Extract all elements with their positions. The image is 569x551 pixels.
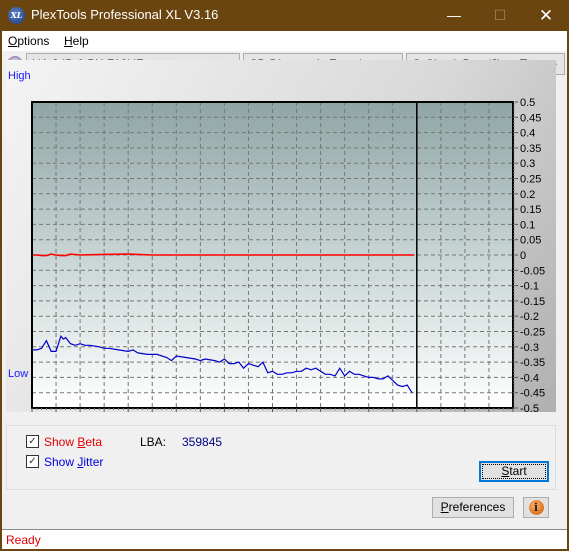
options-panel: ✓ Show Beta ✓ Show Jitter LBA: 359845 xyxy=(6,425,556,490)
menu-options-label: ptions xyxy=(17,34,50,48)
y-tick-label: -0.5 xyxy=(520,403,539,412)
y-tick-label: -0.15 xyxy=(520,296,545,308)
y-tick-label: -0.25 xyxy=(520,327,545,339)
y-tick-label: 0.45 xyxy=(520,112,541,124)
y-tick-label: -0.35 xyxy=(520,357,545,369)
y-tick-label: 0.3 xyxy=(520,158,535,170)
y-tick-label: -0.3 xyxy=(520,342,539,354)
preferences-accel: P xyxy=(440,500,449,514)
window-title: PlexTools Professional XL V3.16 xyxy=(31,7,219,22)
beta-jitter-chart: 0510152025303540455055606570758085909510… xyxy=(31,97,545,412)
show-jitter-label[interactable]: Show Jitter xyxy=(44,455,103,469)
y-tick-label: 0 xyxy=(520,250,526,262)
menu-help-accel: H xyxy=(64,34,73,48)
y-tick-label: 0.25 xyxy=(520,174,541,186)
minimize-button[interactable]: — xyxy=(431,0,477,31)
show-beta-label-post: eta xyxy=(85,435,103,449)
lba-value: 359845 xyxy=(182,435,223,449)
checkmark-icon: ✓ xyxy=(28,436,37,447)
y-tick-label: 0.05 xyxy=(520,235,541,247)
lba-label: LBA: xyxy=(140,435,167,449)
chart-panel: High Low 0510152025303540455055606570758… xyxy=(6,60,556,412)
maximize-button[interactable]: ☐ xyxy=(477,0,523,31)
y-tick-label: 0.15 xyxy=(520,204,541,216)
y-tick-label: -0.2 xyxy=(520,311,539,323)
status-text: Ready xyxy=(6,533,41,547)
show-jitter-label-pre: Show xyxy=(44,455,78,469)
info-icon: i xyxy=(528,500,544,515)
y-tick-label: 0.5 xyxy=(520,97,535,109)
y-tick-label: -0.05 xyxy=(520,265,545,277)
app-logo-icon: XL xyxy=(8,7,25,24)
menu-options[interactable]: Options xyxy=(8,34,49,48)
menu-help[interactable]: Help xyxy=(64,34,89,48)
close-button[interactable]: ✕ xyxy=(523,0,569,31)
status-bar: Ready xyxy=(2,529,567,549)
menu-help-label: elp xyxy=(72,34,89,48)
start-label: tart xyxy=(509,464,527,478)
show-beta-checkbox[interactable]: ✓ xyxy=(26,435,39,448)
title-bar: XL PlexTools Professional XL V3.16 — ☐ ✕ xyxy=(0,0,569,31)
checkmark-icon: ✓ xyxy=(28,456,37,467)
y-tick-label: 0.2 xyxy=(520,189,535,201)
info-button[interactable]: i xyxy=(523,497,549,518)
y-tick-label: 0.4 xyxy=(520,128,535,140)
show-jitter-label-post: itter xyxy=(83,455,104,469)
preferences-label: references xyxy=(448,500,506,514)
preferences-button[interactable]: Preferences xyxy=(432,497,514,518)
menu-bar: Options Help xyxy=(2,31,567,51)
start-button[interactable]: Start xyxy=(479,461,549,482)
y-tick-label: 0.1 xyxy=(520,219,535,231)
y-tick-label: 0.35 xyxy=(520,143,541,155)
series-line-beta xyxy=(32,253,415,257)
y-tick-label: -0.45 xyxy=(520,388,545,400)
show-beta-label[interactable]: Show Beta xyxy=(44,435,102,449)
y-tick-label: -0.4 xyxy=(520,372,539,384)
y-tick-label: -0.1 xyxy=(520,281,539,293)
menu-options-accel: O xyxy=(8,34,18,48)
show-jitter-checkbox[interactable]: ✓ xyxy=(26,455,39,468)
show-beta-label-pre: Show xyxy=(44,435,78,449)
